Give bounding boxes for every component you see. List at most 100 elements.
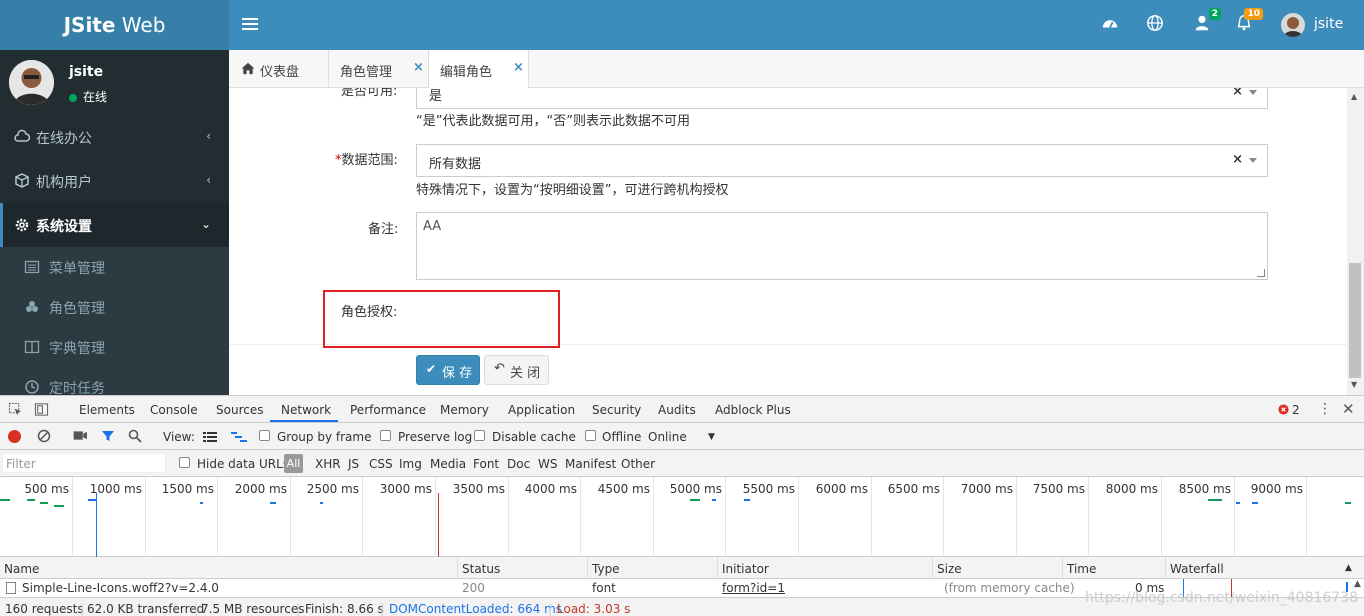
type-filter-js[interactable]: JS	[348, 457, 359, 471]
disable-cache-checkbox[interactable]	[474, 430, 485, 441]
inspect-element-icon[interactable]	[8, 402, 23, 420]
data-scope-label: *数据范围:	[335, 153, 398, 168]
sidebar-item-menu-management[interactable]: 菜单管理	[0, 247, 229, 287]
tab-sources[interactable]: Sources	[216, 403, 263, 417]
app-logo[interactable]: JSite Web	[0, 0, 229, 50]
available-select[interactable]: 是 ×	[416, 88, 1268, 109]
sidebar-item-role-management[interactable]: 角色管理	[0, 287, 229, 327]
group-by-frame-checkbox[interactable]	[259, 430, 270, 441]
tab-elements[interactable]: Elements	[79, 403, 135, 417]
close-icon[interactable]: ×	[513, 60, 524, 75]
column-time[interactable]: Time	[1067, 562, 1096, 576]
sidebar-item-scheduled-tasks[interactable]: 定时任务	[0, 367, 229, 395]
resize-handle-icon[interactable]	[1257, 269, 1265, 277]
timeline-tick-label: 3000 ms	[379, 482, 432, 496]
group-by-frame-label: Group by frame	[277, 430, 372, 444]
scroll-thumb[interactable]	[1349, 263, 1361, 378]
device-toolbar-icon[interactable]	[34, 402, 49, 420]
column-type[interactable]: Type	[592, 562, 620, 576]
tab-audits[interactable]: Audits	[658, 403, 696, 417]
type-filter-all[interactable]: All	[284, 454, 303, 473]
tab-console[interactable]: Console	[150, 403, 198, 417]
type-filter-css[interactable]: CSS	[369, 457, 393, 471]
column-waterfall[interactable]: Waterfall	[1170, 562, 1224, 576]
close-button[interactable]: ↶ 关 闭	[484, 355, 549, 385]
cubes-icon	[14, 173, 30, 189]
data-scope-select[interactable]: 所有数据 ×	[416, 144, 1268, 177]
top-user-name[interactable]: jsite	[1314, 16, 1343, 32]
list-icon	[24, 259, 40, 275]
request-bar	[40, 502, 48, 504]
clear-log-icon[interactable]	[37, 429, 51, 446]
chevron-left-icon: ‹	[206, 129, 211, 143]
close-devtools-icon[interactable]: ✕	[1342, 400, 1355, 418]
dropdown-caret-icon[interactable]: ▼	[708, 432, 715, 442]
dashboard-icon[interactable]	[1101, 14, 1123, 36]
type-filter-media[interactable]: Media	[430, 457, 466, 471]
clear-icon[interactable]: ×	[1232, 88, 1243, 99]
user-icon[interactable]: 2	[1193, 8, 1221, 36]
column-status[interactable]: Status	[462, 562, 500, 576]
tab-performance[interactable]: Performance	[350, 403, 426, 417]
sidebar-item-system-settings[interactable]: 系统设置 ⌄	[0, 203, 229, 247]
clear-icon[interactable]: ×	[1232, 152, 1243, 167]
save-button[interactable]: ✔ 保 存	[416, 355, 480, 385]
tab-application[interactable]: Application	[508, 403, 575, 417]
more-options-icon[interactable]: ⋮	[1318, 401, 1332, 417]
top-navbar: JSite Web 2 10 jsite	[0, 0, 1364, 50]
transferred-size: 62.0 KB transferred	[87, 602, 205, 616]
type-filter-font[interactable]: Font	[473, 457, 499, 471]
tab-role-management[interactable]: 角色管理 ×	[329, 50, 429, 88]
filter-input[interactable]: Filter	[2, 453, 166, 473]
tab-security[interactable]: Security	[592, 403, 641, 417]
tab-dashboard[interactable]: 仪表盘	[229, 50, 329, 88]
throttling-select[interactable]: Online	[648, 430, 687, 444]
capture-screenshots-icon[interactable]	[73, 430, 88, 444]
sidebar-toggle-icon[interactable]	[242, 15, 258, 35]
sidebar-item-org-users[interactable]: 机构用户 ‹	[0, 159, 229, 203]
waterfall-view-icon[interactable]	[231, 431, 247, 445]
row-initiator-link[interactable]: form?id=1	[722, 581, 785, 595]
page-scrollbar[interactable]: ▲ ▼	[1347, 88, 1364, 395]
request-bar	[1252, 502, 1258, 504]
scroll-up-icon[interactable]: ▲	[1354, 579, 1361, 589]
check-icon: ✔	[426, 362, 437, 376]
tab-network[interactable]: Network	[281, 403, 331, 417]
error-icon[interactable]	[1278, 404, 1289, 418]
type-filter-xhr[interactable]: XHR	[315, 457, 341, 471]
top-user-avatar[interactable]	[1281, 13, 1305, 37]
offline-checkbox[interactable]	[585, 430, 596, 441]
bell-icon[interactable]: 10	[1235, 8, 1263, 36]
tab-adblock-plus[interactable]: Adblock Plus	[715, 403, 791, 417]
column-initiator[interactable]: Initiator	[722, 562, 769, 576]
type-filter-other[interactable]: Other	[621, 457, 655, 471]
sort-up-icon[interactable]: ▲	[1345, 563, 1352, 573]
column-size[interactable]: Size	[937, 562, 962, 576]
error-count[interactable]: 2	[1292, 403, 1300, 417]
filter-icon[interactable]	[101, 429, 115, 446]
tab-edit-role[interactable]: 编辑角色 ×	[429, 50, 529, 88]
preserve-log-checkbox[interactable]	[380, 430, 391, 441]
type-filter-ws[interactable]: WS	[538, 457, 557, 471]
dom-content-loaded: DOMContentLoaded: 664 ms	[389, 602, 563, 616]
remarks-textarea[interactable]: AA	[416, 212, 1268, 280]
close-icon[interactable]: ×	[413, 60, 424, 75]
timeline-gridline	[798, 477, 799, 557]
devtools-panel: Elements Console Sources Network Perform…	[0, 395, 1364, 616]
column-name[interactable]: Name	[4, 562, 39, 576]
network-overview-timeline[interactable]: 500 ms 1000 ms 1500 ms 2000 ms 2500 ms 3000 m…	[0, 477, 1364, 557]
type-filter-img[interactable]: Img	[399, 457, 422, 471]
tab-memory[interactable]: Memory	[440, 403, 489, 417]
sidebar-item-dictionary-management[interactable]: 字典管理	[0, 327, 229, 367]
notification-badge: 10	[1244, 8, 1263, 20]
type-filter-doc[interactable]: Doc	[507, 457, 530, 471]
sidebar-item-online-office[interactable]: 在线办公 ‹	[0, 115, 229, 159]
scroll-down-icon[interactable]: ▼	[1351, 380, 1357, 389]
hide-data-urls-checkbox[interactable]	[179, 457, 190, 468]
type-filter-manifest[interactable]: Manifest	[565, 457, 616, 471]
record-icon[interactable]	[8, 430, 21, 443]
scroll-up-icon[interactable]: ▲	[1351, 92, 1357, 101]
large-rows-icon[interactable]	[203, 431, 217, 445]
search-icon[interactable]	[128, 429, 142, 446]
globe-icon[interactable]	[1146, 14, 1168, 36]
